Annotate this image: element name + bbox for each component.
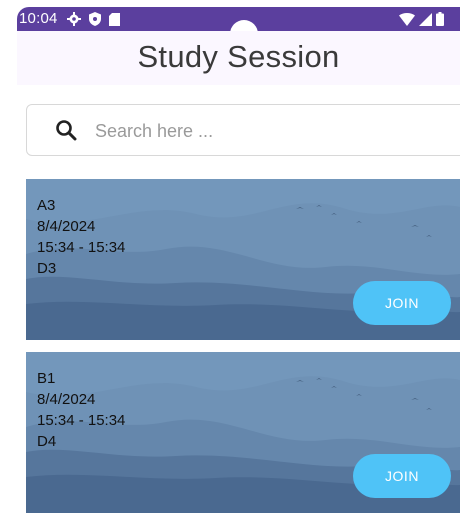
session-card: A3 8/4/2024 15:34 - 15:34 D3 JOIN [26, 179, 460, 340]
signal-icon [419, 12, 432, 26]
app-bar: Study Session [17, 31, 460, 85]
page-title: Study Session [137, 39, 340, 74]
search-icon [56, 120, 77, 141]
session-date: 8/4/2024 [37, 218, 96, 235]
settings-icon [67, 12, 81, 26]
battery-icon [436, 12, 444, 26]
session-card: B1 8/4/2024 15:34 - 15:34 D4 JOIN [26, 352, 460, 513]
sd-card-icon [109, 12, 120, 26]
session-details: B1 8/4/2024 15:34 - 15:34 D4 [37, 368, 125, 452]
session-date: 8/4/2024 [37, 391, 96, 408]
status-icons-left [67, 9, 120, 29]
session-details: A3 8/4/2024 15:34 - 15:34 D3 [37, 195, 125, 279]
session-time: 15:34 - 15:34 [37, 239, 126, 256]
session-room: D4 [37, 433, 57, 450]
session-room: D3 [37, 260, 57, 277]
session-time: 15:34 - 15:34 [37, 412, 126, 429]
wifi-icon [399, 12, 415, 26]
session-name: B1 [37, 370, 56, 387]
status-icons-right [399, 9, 444, 29]
status-time: 10:04 [19, 10, 58, 27]
search-bar[interactable] [26, 104, 460, 156]
session-name: A3 [37, 197, 56, 214]
shield-icon [89, 12, 101, 26]
search-input[interactable] [93, 115, 397, 147]
join-button[interactable]: JOIN [353, 281, 451, 325]
join-button[interactable]: JOIN [353, 454, 451, 498]
